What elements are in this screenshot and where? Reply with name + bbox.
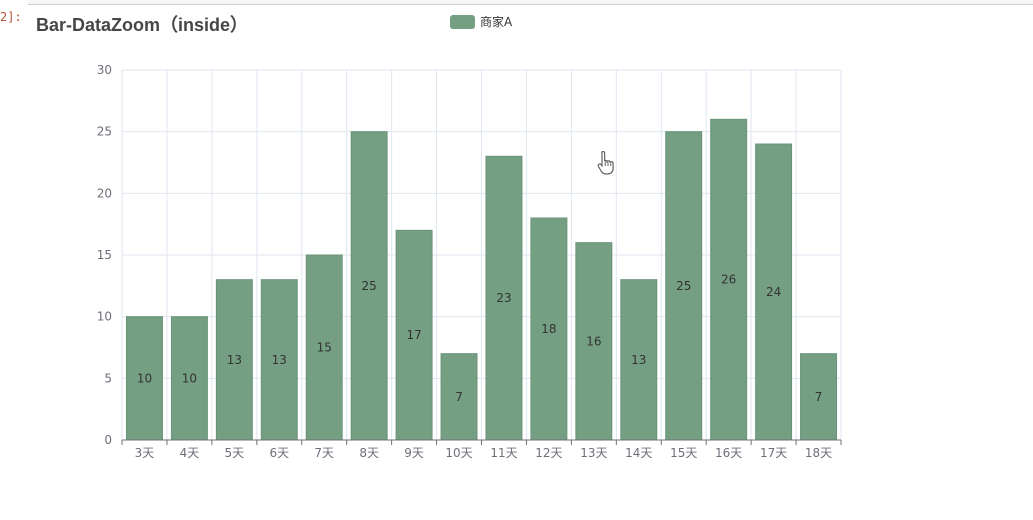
bar-value-label: 10 — [137, 371, 152, 385]
x-tick-label: 7天 — [314, 446, 334, 460]
x-tick-label: 9天 — [404, 446, 424, 460]
x-tick-label: 8天 — [359, 446, 379, 460]
y-tick-label: 10 — [97, 310, 112, 324]
bar-value-label: 25 — [362, 279, 377, 293]
bar-value-label: 17 — [406, 328, 421, 342]
x-tick-label: 5天 — [225, 446, 245, 460]
y-tick-label: 20 — [97, 186, 112, 200]
bar-value-label: 24 — [766, 285, 781, 299]
x-tick-label: 10天 — [445, 446, 472, 460]
x-tick-label: 14天 — [625, 446, 652, 460]
y-tick-label: 0 — [104, 433, 112, 447]
bar-value-label: 23 — [496, 291, 511, 305]
bar-value-label: 13 — [227, 353, 242, 367]
y-tick-label: 5 — [104, 371, 112, 385]
x-tick-label: 16天 — [715, 446, 742, 460]
bar-value-label: 7 — [455, 390, 463, 404]
x-tick-label: 12天 — [535, 446, 562, 460]
y-tick-label: 25 — [97, 125, 112, 139]
bar-value-label: 26 — [721, 273, 736, 287]
bar-value-label: 25 — [676, 279, 691, 293]
bar-value-label: 13 — [631, 353, 646, 367]
hand-pointer-icon — [597, 150, 614, 175]
bar-value-label: 13 — [272, 353, 287, 367]
x-tick-label: 6天 — [269, 446, 289, 460]
bar-value-label: 10 — [182, 371, 197, 385]
x-tick-label: 4天 — [180, 446, 200, 460]
bar-chart[interactable]: 0 5 10 15 20 25 30 10 10 13 13 15 25 17 7 23 18 16 13 25 26 2… — [0, 0, 1033, 520]
x-tick-label: 13天 — [580, 446, 607, 460]
bar-value-label: 7 — [815, 390, 823, 404]
x-tick-label: 3天 — [135, 446, 155, 460]
x-tick-label: 15天 — [670, 446, 697, 460]
x-tick-label: 11天 — [490, 446, 517, 460]
y-tick-label: 15 — [97, 248, 112, 262]
bar-value-label: 18 — [541, 322, 556, 336]
bar-value-label: 15 — [317, 341, 332, 355]
x-tick-label: 17天 — [760, 446, 787, 460]
bar-value-label: 16 — [586, 334, 601, 348]
x-tick-label: 18天 — [805, 446, 832, 460]
y-tick-label: 30 — [97, 63, 112, 77]
